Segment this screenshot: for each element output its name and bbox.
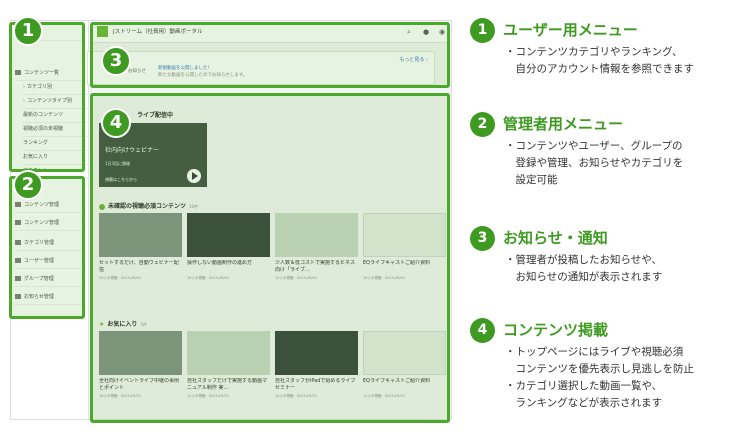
frame-contents: [90, 93, 450, 423]
legend-line: 登録や管理、お知らせやカテゴリを: [505, 157, 684, 169]
legend-line: 設定可能: [505, 174, 558, 186]
legend-line: コンテンツを優先表示し見逃しを防止: [505, 363, 694, 375]
frame-user-menu: [9, 22, 85, 172]
badge-1: 1: [13, 16, 43, 46]
legend-number: 4: [470, 318, 495, 343]
legend-title: ユーザー用メニュー: [503, 21, 638, 39]
legend-line: ランキングなどが表示されます: [505, 397, 663, 409]
screenshot: トップコンテンツ一覧›カテゴリ別›コンテンツタイプ別最新のコンテンツ視聴必須の未…: [0, 0, 753, 431]
badge-4: 4: [101, 108, 131, 138]
legend-line: 自分のアカウント情報を参照できます: [505, 63, 694, 75]
frame-notice: [90, 22, 450, 88]
legend-line: ・トップページにはライブや視聴必須: [505, 346, 684, 358]
legend-line: ・管理者が投稿したお知らせや、: [505, 254, 662, 266]
legend-title: コンテンツ掲載: [503, 321, 609, 339]
legend-line: ・コンテンツやユーザー、グループの: [505, 140, 683, 152]
badge-3: 3: [101, 46, 131, 76]
legend-line: お知らせの通知が表示されます: [505, 271, 663, 283]
legend-number: 1: [470, 18, 495, 43]
legend-number: 3: [470, 226, 495, 251]
legend-line: ・カテゴリ選択した動画一覧や、: [505, 380, 663, 392]
badge-2: 2: [13, 170, 43, 200]
legend-number: 2: [470, 112, 495, 137]
legend-line: ・コンテンツカテゴリやランキング、: [505, 46, 683, 58]
legend-title: お知らせ・通知: [503, 229, 608, 247]
legend-title: 管理者用メニュー: [503, 115, 624, 133]
